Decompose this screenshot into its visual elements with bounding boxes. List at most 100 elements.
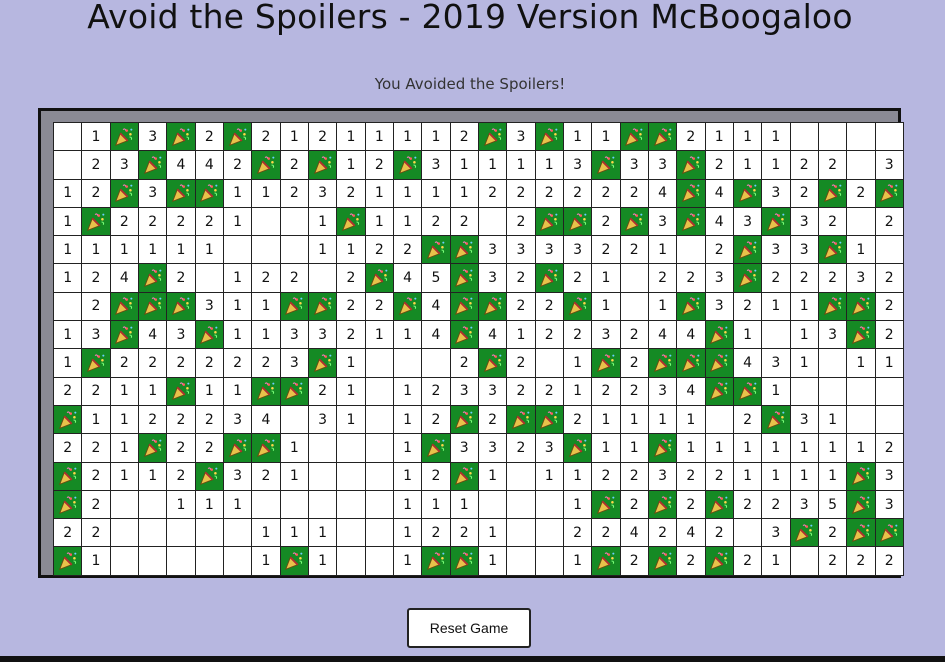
board-cell[interactable]: 2 <box>677 123 706 152</box>
board-cell[interactable] <box>507 519 536 548</box>
spoiler-cell[interactable] <box>308 349 338 378</box>
board-cell[interactable]: 1 <box>223 207 253 237</box>
board-cell[interactable]: 1 <box>507 321 536 350</box>
spoiler-cell[interactable] <box>280 292 309 322</box>
board-cell[interactable]: 1 <box>762 123 791 152</box>
board-cell[interactable]: 1 <box>110 405 139 435</box>
board-cell[interactable]: 2 <box>847 547 876 576</box>
board-cell[interactable]: 2 <box>280 264 309 293</box>
spoiler-cell[interactable] <box>252 377 281 406</box>
board-cell[interactable]: 3 <box>450 434 479 463</box>
board-cell[interactable]: 4 <box>110 264 139 293</box>
board-cell[interactable]: 2 <box>478 405 508 435</box>
spoiler-cell[interactable] <box>110 179 139 208</box>
board-cell[interactable]: 2 <box>252 462 281 491</box>
board-cell[interactable]: 1 <box>393 377 423 406</box>
board-cell[interactable] <box>280 490 309 520</box>
spoiler-cell[interactable] <box>762 207 791 237</box>
spoiler-cell[interactable] <box>677 207 706 237</box>
spoiler-cell[interactable] <box>167 179 196 208</box>
board-cell[interactable] <box>252 207 281 237</box>
board-cell[interactable]: 1 <box>478 462 508 491</box>
board-cell[interactable]: 2 <box>733 405 763 435</box>
spoiler-cell[interactable] <box>535 264 564 293</box>
board-cell[interactable]: 1 <box>790 434 819 463</box>
board-cell[interactable]: 2 <box>365 292 394 322</box>
spoiler-cell[interactable] <box>365 264 394 293</box>
board-cell[interactable]: 3 <box>705 292 734 322</box>
board-cell[interactable] <box>365 434 394 463</box>
board-cell[interactable]: 4 <box>733 349 763 378</box>
board-cell[interactable]: 2 <box>620 490 649 520</box>
board-cell[interactable]: 1 <box>195 236 224 265</box>
board-cell[interactable]: 3 <box>280 349 309 378</box>
board-cell[interactable] <box>422 349 451 378</box>
board-cell[interactable] <box>535 547 564 576</box>
board-cell[interactable]: 1 <box>563 377 593 406</box>
board-cell[interactable]: 2 <box>308 377 338 406</box>
board-cell[interactable]: 2 <box>280 151 309 180</box>
board-cell[interactable]: 1 <box>733 434 763 463</box>
board-cell[interactable]: 2 <box>847 179 876 208</box>
board-cell[interactable]: 1 <box>195 377 224 406</box>
board-cell[interactable]: 2 <box>195 405 224 435</box>
board-cell[interactable]: 3 <box>790 236 819 265</box>
board-cell[interactable]: 2 <box>365 236 394 265</box>
board-cell[interactable]: 1 <box>790 292 819 322</box>
spoiler-cell[interactable] <box>705 490 734 520</box>
board-cell[interactable]: 3 <box>648 462 678 491</box>
board-cell[interactable]: 2 <box>308 123 338 152</box>
board-cell[interactable]: 2 <box>82 292 111 322</box>
board-cell[interactable]: 2 <box>54 377 83 406</box>
spoiler-cell[interactable] <box>54 547 83 576</box>
board-cell[interactable]: 1 <box>110 377 139 406</box>
board-cell[interactable]: 3 <box>648 377 678 406</box>
board-cell[interactable]: 1 <box>733 462 763 491</box>
spoiler-cell[interactable] <box>847 292 876 322</box>
board-cell[interactable]: 1 <box>365 321 394 350</box>
board-cell[interactable] <box>337 490 366 520</box>
spoiler-cell[interactable] <box>393 151 423 180</box>
board-cell[interactable] <box>195 547 224 576</box>
board-cell[interactable]: 2 <box>790 264 819 293</box>
board-cell[interactable]: 2 <box>677 462 706 491</box>
board-cell[interactable]: 2 <box>648 264 678 293</box>
board-cell[interactable]: 1 <box>110 434 139 463</box>
spoiler-cell[interactable] <box>677 179 706 208</box>
board-cell[interactable]: 1 <box>393 490 423 520</box>
spoiler-cell[interactable] <box>478 349 508 378</box>
spoiler-cell[interactable] <box>648 434 678 463</box>
board-cell[interactable]: 1 <box>138 236 168 265</box>
board-cell[interactable]: 2 <box>450 519 479 548</box>
board-cell[interactable] <box>535 490 564 520</box>
board-cell[interactable] <box>365 547 394 576</box>
spoiler-cell[interactable] <box>54 462 83 491</box>
board-cell[interactable]: 3 <box>733 207 763 237</box>
board-cell[interactable]: 1 <box>393 405 423 435</box>
board-cell[interactable]: 1 <box>365 179 394 208</box>
spoiler-cell[interactable] <box>847 462 876 491</box>
board-cell[interactable]: 2 <box>337 292 366 322</box>
board-cell[interactable]: 2 <box>82 462 111 491</box>
board-cell[interactable] <box>762 321 791 350</box>
board-cell[interactable]: 1 <box>280 434 309 463</box>
board-cell[interactable]: 1 <box>762 377 791 406</box>
board-cell[interactable]: 1 <box>762 434 791 463</box>
board-cell[interactable]: 1 <box>54 236 83 265</box>
board-cell[interactable]: 1 <box>563 547 593 576</box>
board-cell[interactable] <box>875 377 904 406</box>
board-cell[interactable]: 3 <box>790 490 819 520</box>
spoiler-cell[interactable] <box>252 434 281 463</box>
board-cell[interactable] <box>847 377 876 406</box>
board-cell[interactable]: 1 <box>223 321 253 350</box>
board-cell[interactable]: 1 <box>563 490 593 520</box>
board-cell[interactable]: 1 <box>875 349 904 378</box>
board-cell[interactable]: 3 <box>223 462 253 491</box>
board-cell[interactable] <box>507 490 536 520</box>
spoiler-cell[interactable] <box>422 547 451 576</box>
spoiler-cell[interactable] <box>705 349 734 378</box>
board-cell[interactable]: 1 <box>790 349 819 378</box>
board-cell[interactable] <box>223 519 253 548</box>
board-cell[interactable] <box>365 405 394 435</box>
board-cell[interactable]: 4 <box>478 321 508 350</box>
